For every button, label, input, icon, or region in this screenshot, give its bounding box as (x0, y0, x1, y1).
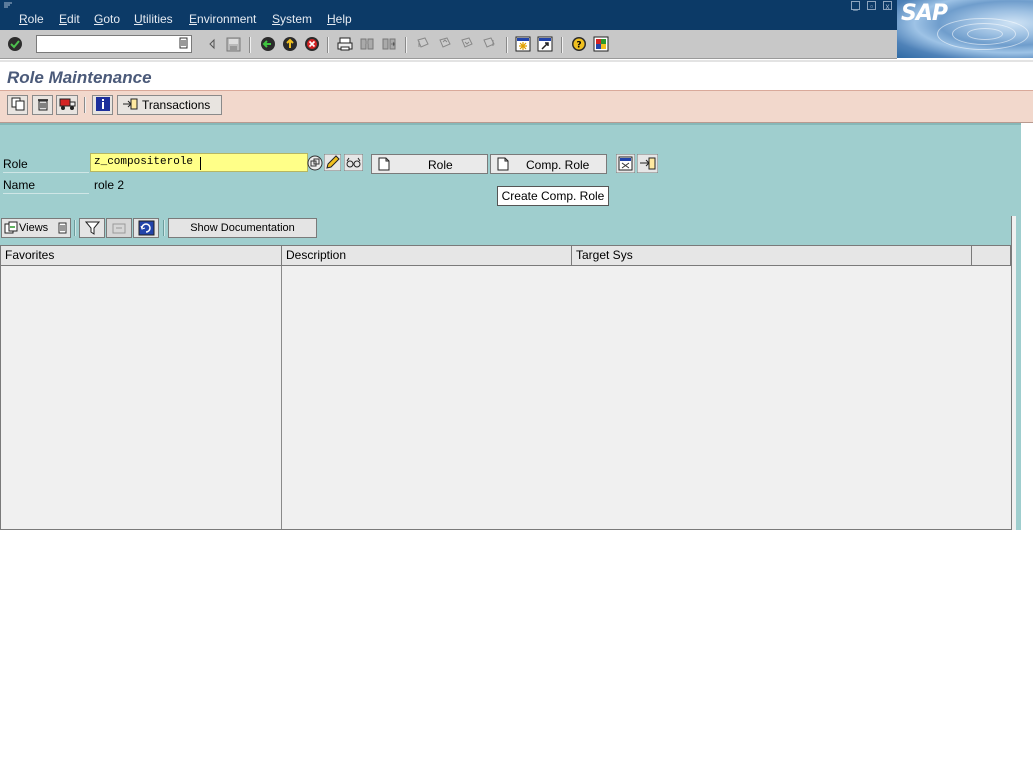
create-session-icon[interactable] (514, 35, 532, 53)
views-icon (4, 221, 18, 238)
exit-icon[interactable] (281, 35, 299, 53)
maximize-icon[interactable]: ▫ (867, 1, 876, 11)
label-underline (3, 193, 89, 194)
new-document-icon (378, 157, 390, 174)
menu-environment[interactable]: Environment (189, 12, 256, 26)
menu-help[interactable]: Help (327, 12, 352, 26)
transactions-label: Transactions (142, 98, 211, 112)
layout-icon[interactable] (592, 35, 610, 53)
menu-system[interactable]: System (272, 12, 312, 26)
minimize-icon[interactable]: _ (851, 1, 860, 11)
separator (74, 220, 76, 236)
name-label: Name (3, 178, 36, 192)
create-role-label: Role (428, 158, 453, 172)
role-label: Role (3, 157, 28, 171)
first-page-icon[interactable] (414, 35, 432, 53)
transfer-icon[interactable] (636, 153, 659, 176)
dropdown-icon[interactable] (179, 37, 188, 52)
shortcut-icon[interactable] (536, 35, 554, 53)
filter-icon (84, 220, 101, 239)
name-value: role 2 (94, 178, 125, 192)
new-document-icon (497, 157, 509, 174)
system-menu-icon[interactable] (3, 2, 13, 10)
column-divider (281, 266, 282, 529)
label-underline (3, 172, 89, 173)
find-icon[interactable] (358, 35, 376, 53)
create-comp-role-label: Comp. Role (526, 158, 590, 172)
column-header-favorites[interactable]: Favorites (1, 246, 282, 266)
previous-page-icon[interactable] (436, 35, 454, 53)
column-header-blank[interactable] (972, 246, 1011, 266)
svg-text:?: ? (576, 41, 581, 51)
tooltip: Create Comp. Role (497, 186, 609, 206)
separator (405, 37, 407, 53)
dropdown-icon (58, 222, 67, 237)
views-label: Views (19, 222, 49, 234)
separator (84, 97, 86, 113)
transport-button[interactable] (56, 95, 78, 115)
column-header-target-sys[interactable]: Target Sys (572, 246, 972, 266)
find-next-icon[interactable] (380, 35, 398, 53)
column-header-description[interactable]: Description (282, 246, 572, 266)
separator (506, 37, 508, 53)
copy-icon (11, 97, 25, 114)
save-icon[interactable] (224, 35, 242, 53)
show-documentation-button[interactable]: Show Documentation (168, 218, 317, 238)
separator (249, 37, 251, 53)
print-icon[interactable] (336, 35, 354, 53)
separator (163, 220, 165, 236)
delete-icon (36, 97, 50, 114)
views-button[interactable]: Views (1, 218, 71, 238)
info-button[interactable] (92, 95, 113, 115)
separator (327, 37, 329, 53)
refresh-button[interactable] (133, 218, 159, 238)
collapse-button[interactable] (106, 218, 132, 238)
last-page-icon[interactable] (480, 35, 498, 53)
back-icon[interactable] (259, 35, 277, 53)
change-icon[interactable] (323, 153, 342, 174)
left-arrow-icon (203, 35, 221, 53)
display-change-icon[interactable] (307, 155, 323, 174)
create-role-button[interactable]: Role (371, 154, 488, 174)
enter-icon[interactable] (6, 35, 24, 53)
page-title: Role Maintenance (7, 68, 152, 87)
collapse-icon (112, 221, 127, 238)
menu-utilities[interactable]: Utilities (134, 12, 173, 26)
role-menu-tree: Favorites Description Target Sys (0, 245, 1012, 530)
role-input[interactable]: z_compositerole (90, 153, 308, 172)
delete-button[interactable] (32, 95, 53, 115)
help-icon[interactable]: ? (570, 35, 588, 53)
sap-logo: SAP (897, 0, 1033, 58)
close-icon[interactable]: x (883, 1, 892, 11)
command-input[interactable] (39, 37, 173, 53)
transactions-icon (122, 97, 138, 114)
next-page-icon[interactable] (458, 35, 476, 53)
cancel-icon[interactable] (303, 35, 321, 53)
create-comp-role-button[interactable]: Comp. Role (490, 154, 607, 174)
menu-bar: Role Edit Goto Utilities Environment Sys… (0, 0, 1033, 30)
title-bar: Role Maintenance (0, 60, 1033, 90)
sap-logo-text: SAP (901, 1, 948, 26)
command-field[interactable] (36, 35, 192, 53)
copy-button[interactable] (7, 95, 28, 115)
transactions-button[interactable]: Transactions (117, 95, 222, 115)
menu-goto[interactable]: Goto (94, 12, 120, 26)
filter-button[interactable] (79, 218, 105, 238)
role-input-value: z_compositerole (94, 156, 194, 168)
display-icon[interactable] (343, 153, 364, 174)
menu-edit[interactable]: Edit (59, 12, 80, 26)
transport-icon (59, 97, 76, 114)
user-comparison-icon[interactable] (615, 153, 636, 176)
refresh-icon (138, 220, 155, 239)
text-caret (200, 157, 201, 170)
separator (561, 37, 563, 53)
info-icon (95, 96, 110, 114)
menu-role[interactable]: Role (19, 12, 44, 26)
